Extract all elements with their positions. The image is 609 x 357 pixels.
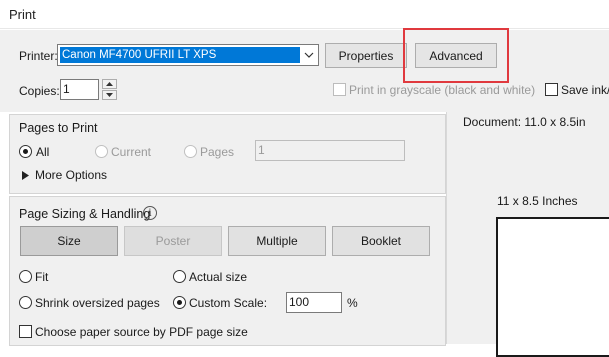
- info-icon[interactable]: i: [143, 206, 157, 220]
- page-sizing-title: Page Sizing & Handling: [19, 207, 151, 221]
- printer-selected-value: Canon MF4700 UFRII LT XPS: [60, 47, 300, 63]
- save-ink-label: Save ink/t: [561, 83, 609, 97]
- pages-radio[interactable]: [184, 145, 197, 158]
- properties-button[interactable]: Properties: [325, 43, 407, 68]
- custom-scale-radio[interactable]: [173, 296, 186, 309]
- all-label: All: [36, 145, 50, 159]
- paper-preview: [496, 217, 609, 357]
- triangle-right-icon[interactable]: [22, 169, 29, 183]
- paper-size-label: 11 x 8.5 Inches: [497, 194, 578, 208]
- spin-down-icon[interactable]: [102, 90, 117, 100]
- paper-source-label: Choose paper source by PDF page size: [35, 325, 248, 339]
- window-title: Print: [9, 7, 36, 22]
- shrink-radio[interactable]: [19, 296, 32, 309]
- poster-button[interactable]: Poster: [124, 226, 222, 256]
- custom-scale-label: Custom Scale:: [189, 296, 268, 310]
- title-separator: [0, 28, 609, 29]
- printer-select[interactable]: Canon MF4700 UFRII LT XPS: [57, 44, 319, 66]
- all-radio[interactable]: [19, 145, 32, 158]
- multiple-button[interactable]: Multiple: [228, 226, 326, 256]
- paper-source-checkbox[interactable]: [19, 325, 32, 338]
- actual-size-radio[interactable]: [173, 270, 186, 283]
- percent-label: %: [347, 296, 358, 310]
- pages-to-print-title: Pages to Print: [19, 121, 98, 135]
- current-radio[interactable]: [95, 145, 108, 158]
- save-ink-checkbox[interactable]: [545, 83, 558, 96]
- current-label: Current: [111, 145, 152, 159]
- advanced-highlight-box: [403, 28, 509, 83]
- grayscale-checkbox[interactable]: [333, 83, 346, 96]
- size-button[interactable]: Size: [20, 226, 118, 256]
- printer-label: Printer:: [19, 49, 58, 63]
- copies-input[interactable]: 1: [60, 79, 99, 100]
- pages-range-input[interactable]: 1: [255, 140, 405, 161]
- fit-label: Fit: [35, 270, 49, 284]
- custom-scale-input[interactable]: 100: [286, 292, 342, 313]
- spin-up-icon[interactable]: [102, 79, 117, 89]
- booklet-button[interactable]: Booklet: [332, 226, 430, 256]
- more-options-toggle[interactable]: More Options: [35, 168, 107, 182]
- copies-label: Copies:: [19, 84, 60, 98]
- pages-label: Pages: [200, 145, 235, 159]
- chevron-down-icon[interactable]: [300, 45, 318, 65]
- fit-radio[interactable]: [19, 270, 32, 283]
- actual-size-label: Actual size: [189, 270, 248, 284]
- shrink-label: Shrink oversized pages: [35, 296, 160, 310]
- document-size-label: Document: 11.0 x 8.5in: [463, 115, 586, 129]
- grayscale-label: Print in grayscale (black and white): [349, 83, 536, 97]
